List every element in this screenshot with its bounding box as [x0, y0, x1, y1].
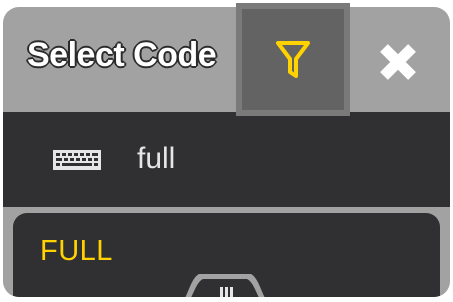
close-button[interactable] — [371, 35, 425, 89]
resize-handle[interactable] — [177, 265, 273, 297]
dialog-header: Select Code — [3, 7, 450, 112]
select-code-dialog: Select Code full FULL — [3, 7, 450, 297]
keyboard-icon — [53, 150, 101, 170]
search-input[interactable]: full — [3, 112, 450, 207]
dialog-title: Select Code — [27, 36, 217, 74]
list-item-label: FULL — [40, 235, 113, 267]
filter-funnel-icon — [276, 40, 310, 78]
grip-lines-icon — [220, 287, 233, 297]
close-x-icon — [380, 44, 416, 80]
filter-button[interactable] — [236, 3, 350, 116]
search-input-value: full — [137, 142, 176, 175]
